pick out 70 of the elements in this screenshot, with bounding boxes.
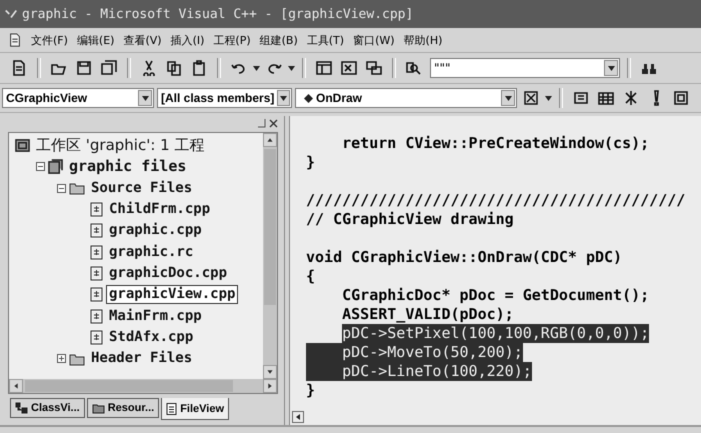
menu-item[interactable]: 组建(B) [260, 32, 298, 48]
tree-item[interactable]: graphic files [66, 157, 190, 176]
file-icon [90, 223, 103, 238]
caret-icon[interactable] [545, 96, 552, 100]
scroll-down-icon[interactable] [263, 365, 277, 379]
tree-item[interactable]: graphic.rc [106, 242, 196, 262]
file-icon [90, 266, 103, 281]
filter-combo[interactable]: [All class members] [157, 88, 292, 108]
find-combo[interactable]: """ [430, 58, 620, 78]
file-icon [166, 402, 178, 414]
menu-item[interactable]: 帮助(H) [404, 32, 442, 48]
code-line: return CView::PreCreateWindow(cs); [342, 134, 650, 153]
tree-item[interactable]: graphicView.cpp [106, 285, 238, 304]
scroll-left-icon[interactable] [9, 379, 23, 393]
menu-item[interactable]: 文件(F) [31, 32, 68, 48]
menu-item[interactable]: 工具(T) [306, 32, 344, 48]
scroll-right-icon[interactable] [263, 379, 277, 393]
horizontal-scrollbar[interactable] [9, 379, 277, 393]
diamond-icon [304, 94, 313, 102]
workspace-icon [15, 138, 30, 154]
close-icon[interactable] [269, 118, 278, 128]
scroll-up-icon[interactable] [263, 133, 277, 147]
menu-item[interactable]: 窗口(W) [353, 32, 395, 48]
collapse-icon[interactable] [36, 162, 45, 172]
collapse-icon[interactable] [57, 184, 66, 193]
menu-item[interactable]: 插入(I) [170, 32, 204, 48]
member-combo[interactable]: OnDraw [295, 88, 517, 108]
project-icon [48, 159, 63, 174]
tree-item[interactable]: ChildFrm.cpp [106, 200, 214, 220]
file-icon [90, 287, 103, 302]
folder-icon [69, 352, 85, 366]
scroll-left-icon[interactable] [292, 411, 304, 423]
menu-item[interactable]: 工程(P) [213, 32, 251, 48]
tree-item[interactable]: graphicDoc.cpp [106, 264, 230, 283]
folder-icon [69, 181, 85, 196]
tree-item[interactable]: Source Files [88, 178, 196, 198]
resource-folder-icon [92, 402, 105, 414]
tree-item[interactable]: graphic.cpp [106, 221, 205, 240]
tree-item[interactable]: Header Files [88, 349, 196, 368]
code-line: ASSERT_VALID(pDoc); [342, 305, 514, 324]
code-line: } [306, 381, 316, 400]
code-line: ////////////////////////////////////////// [306, 191, 686, 210]
window-title: graphic - Microsoft Visual C++ - [graphicView.cpp] [22, 6, 414, 22]
tree-item[interactable]: StdAfx.cpp [106, 328, 196, 347]
code-line: void CGraphicView::OnDraw(CDC* pDC) [306, 248, 622, 267]
file-icon [90, 202, 103, 218]
class-combo[interactable]: CGraphicView [2, 88, 154, 108]
file-icon [90, 330, 103, 345]
vertical-scrollbar[interactable] [263, 133, 277, 379]
menu-item[interactable]: 查看(V) [123, 32, 162, 48]
caret-icon[interactable] [288, 66, 295, 70]
minimize-icon[interactable] [258, 118, 266, 128]
tree-item[interactable]: 工作区 'graphic': 1 工程 [33, 136, 208, 156]
code-editor[interactable] [289, 116, 701, 425]
document-icon [8, 33, 22, 47]
expand-icon[interactable] [57, 354, 66, 364]
menu-item[interactable]: 编辑(E) [76, 32, 114, 48]
code-line: } [306, 153, 316, 172]
code-line: CGraphicDoc* pDoc = GetDocument(); [342, 286, 650, 305]
file-icon [90, 244, 103, 260]
caret-icon[interactable] [253, 66, 260, 70]
tree-item[interactable]: MainFrm.cpp [106, 306, 205, 326]
panel-tab[interactable]: ClassVi... [10, 398, 85, 418]
file-icon [90, 308, 103, 324]
panel-tab[interactable]: FileView [161, 398, 230, 420]
app-icon [4, 7, 18, 21]
class-view-icon [15, 402, 28, 414]
code-line: { [306, 267, 316, 286]
panel-tab[interactable]: Resour... [86, 398, 160, 418]
code-line: // CGraphicView drawing [306, 210, 514, 229]
